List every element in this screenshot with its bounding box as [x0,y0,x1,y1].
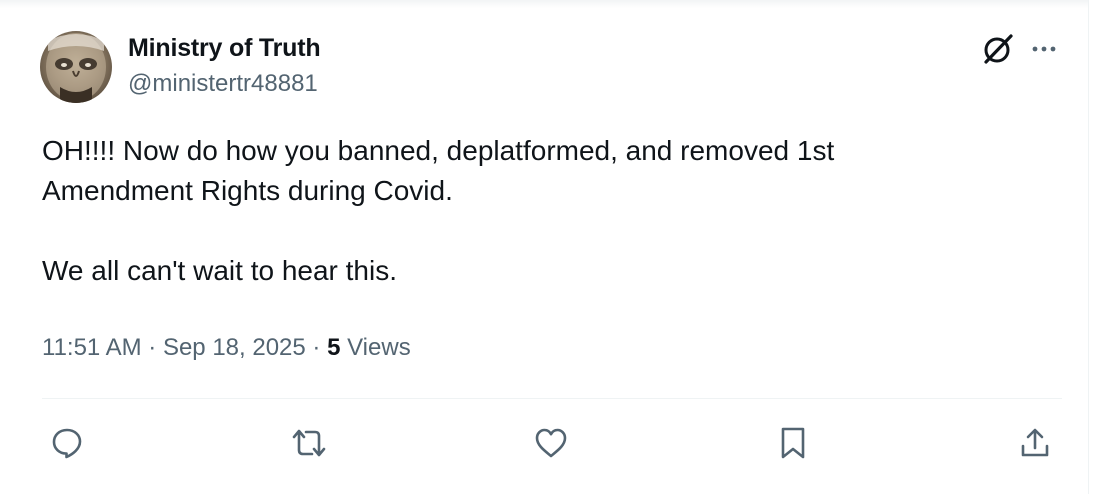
divider [42,398,1062,399]
reply-button[interactable] [44,420,90,466]
meta-separator: · [141,334,163,361]
avatar-image [46,33,106,103]
top-fade [0,0,1088,8]
retweet-icon [292,429,326,457]
like-icon [535,428,567,458]
retweet-button[interactable] [286,420,332,466]
display-name[interactable]: Ministry of Truth [128,34,321,63]
bookmark-icon [781,427,805,459]
avatar[interactable] [40,31,112,103]
handle[interactable]: @ministertr48881 [128,70,318,98]
tweet-time[interactable]: 11:51 AM [42,334,142,361]
like-button[interactable] [528,420,574,466]
tweet-metadata: 11:51 AM · Sep 18, 2025 · 5 Views [42,334,411,362]
views-label: Views [347,334,411,361]
views-count: 5 [327,334,341,361]
share-button[interactable] [1012,420,1058,466]
grok-icon[interactable] [980,31,1016,67]
reply-icon [52,428,82,459]
share-icon [1021,428,1049,457]
tweet-card: Ministry of Truth @ministertr48881 OH!!!… [0,0,1089,494]
tweet-date[interactable]: Sep 18, 2025 [163,334,306,361]
meta-separator: · [305,334,328,361]
tweet-text: OH!!!! Now do how you banned, deplatform… [42,135,835,286]
bookmark-button[interactable] [770,420,816,466]
more-options-icon[interactable] [1028,34,1060,64]
